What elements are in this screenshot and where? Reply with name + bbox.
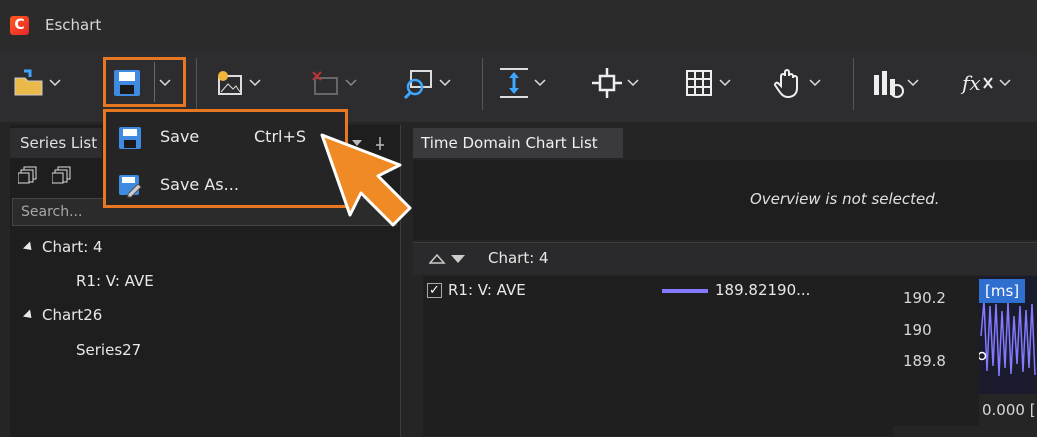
grid-button[interactable] — [680, 62, 732, 104]
series-current-value: 189.82190... — [715, 281, 811, 299]
grid-icon — [680, 64, 718, 102]
tree-node-label: Series27 — [76, 341, 142, 359]
chevron-down-icon[interactable] — [998, 76, 1012, 90]
function-button[interactable]: fx — [960, 62, 1012, 104]
export-image-icon — [210, 64, 248, 102]
chevron-down-icon[interactable] — [718, 76, 732, 90]
function-icon: fx — [960, 64, 998, 102]
expand-all-icon[interactable] — [17, 166, 38, 188]
y-tick-label: 190 — [903, 321, 932, 339]
menu-item-label: Save — [160, 127, 200, 146]
y-tick-label: 189.8 — [903, 352, 946, 370]
menu-item-shortcut: Ctrl+S — [254, 127, 307, 146]
save-highlight-box — [103, 57, 186, 107]
svg-text:fx: fx — [960, 71, 981, 95]
chevron-down-icon[interactable] — [248, 76, 262, 90]
pan-hand-icon — [770, 64, 808, 102]
fit-vertical-icon — [495, 64, 533, 102]
zoom-image-icon — [400, 64, 438, 102]
menu-item-label: Save As... — [160, 175, 239, 194]
tab-time-domain-chart-list[interactable]: Time Domain Chart List — [413, 128, 623, 158]
window-title: Eschart — [45, 16, 102, 34]
pan-hand-button[interactable] — [770, 62, 822, 104]
pointer-arrow-icon — [300, 120, 420, 240]
toolbar-divider — [853, 58, 854, 110]
tree-node-label: Chart26 — [42, 306, 103, 324]
series-visible-checkbox[interactable]: ✓ — [427, 283, 442, 298]
chart-settings-icon — [868, 64, 906, 102]
chevron-down-icon[interactable] — [808, 76, 822, 90]
series-row — [423, 276, 893, 436]
save-as-icon — [118, 174, 142, 198]
open-folder-icon — [10, 64, 48, 102]
save-split-divider — [154, 62, 155, 102]
export-image-button[interactable] — [210, 62, 262, 104]
app-logo: C — [10, 16, 29, 35]
toolbar-divider — [482, 58, 483, 110]
collapse-all-icon[interactable] — [51, 166, 72, 188]
chevron-down-icon[interactable] — [626, 76, 640, 90]
chevron-down-icon[interactable] — [48, 76, 62, 90]
chevron-down-icon[interactable] — [533, 76, 547, 90]
overview-area — [413, 160, 1037, 240]
move-cross-icon — [588, 64, 626, 102]
move-up-down-icon[interactable] — [429, 252, 469, 266]
tree-leaf-series[interactable]: R1: V: AVE — [76, 272, 154, 290]
chevron-down-icon[interactable] — [906, 76, 920, 90]
y-tick-label: 190.2 — [903, 289, 946, 307]
tab-series-list[interactable]: Series List — [10, 128, 102, 158]
time-unit-badge: [ms] — [979, 279, 1026, 303]
chart-title: Chart: 4 — [488, 249, 549, 267]
series-name: R1: V: AVE — [448, 281, 526, 299]
toolbar-divider — [196, 58, 197, 110]
tree-node-chart26[interactable]: Chart26 — [22, 306, 103, 324]
title-bar: C Eschart — [0, 0, 1037, 51]
chart-settings-button[interactable] — [868, 62, 920, 104]
save-icon — [118, 126, 142, 150]
move-cross-button[interactable] — [588, 62, 640, 104]
zoom-image-button[interactable] — [400, 62, 452, 104]
tree-leaf-series[interactable]: Series27 — [76, 341, 141, 359]
x-start-label: 0.000 [ — [982, 401, 1036, 419]
chevron-down-icon[interactable] — [344, 76, 358, 90]
tree-node-chart-4[interactable]: Chart: 4 — [22, 238, 103, 256]
fit-vertical-button[interactable] — [495, 62, 547, 104]
tree-node-label: Chart: 4 — [42, 238, 103, 256]
series-toolbar — [17, 166, 72, 188]
open-button[interactable] — [10, 62, 62, 104]
delete-image-button[interactable] — [306, 62, 358, 104]
expanded-triangle-icon[interactable] — [22, 308, 36, 322]
series-legend-line — [662, 289, 708, 293]
tree-node-label: R1: V: AVE — [76, 272, 154, 290]
expanded-triangle-icon[interactable] — [22, 240, 36, 254]
delete-image-icon — [306, 64, 344, 102]
overview-message: Overview is not selected. — [750, 190, 940, 208]
chevron-down-icon[interactable] — [438, 76, 452, 90]
